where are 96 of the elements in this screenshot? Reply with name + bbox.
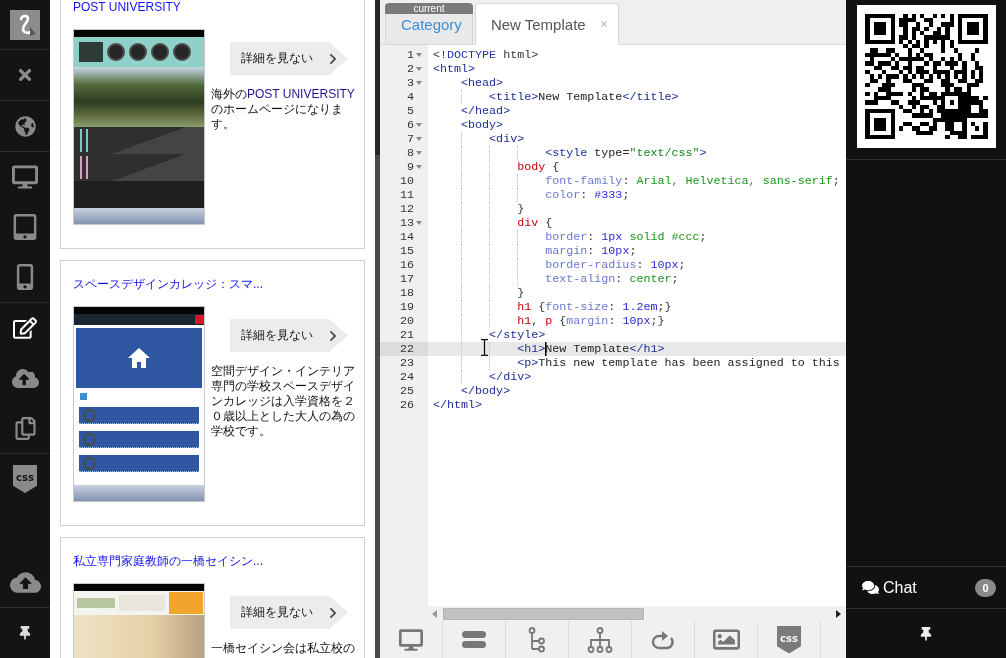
code-line: text-align: center; bbox=[544, 272, 679, 286]
scroll-left-arrow-icon[interactable] bbox=[432, 609, 437, 618]
monitor-icon bbox=[12, 164, 38, 190]
editor-tab[interactable]: New Template × bbox=[474, 3, 619, 45]
current-badge: current bbox=[385, 3, 473, 14]
line-number: 23 bbox=[399, 356, 414, 370]
fold-caret-icon[interactable] bbox=[416, 123, 422, 127]
line-number: 21 bbox=[399, 328, 414, 342]
line-number: 2 bbox=[407, 62, 414, 76]
two-bars-icon bbox=[462, 631, 486, 648]
count-badge: 0 bbox=[975, 578, 996, 597]
card-description: 空間デザイン・インテリア専門の学校スペースデザインカレッジは入学資格を２０歳以上とした大人の為の学校です。 bbox=[211, 364, 356, 439]
fold-caret-icon[interactable] bbox=[416, 67, 422, 71]
line-number: 7 bbox=[407, 132, 414, 146]
line-number: 12 bbox=[399, 202, 414, 216]
code-line: h1 {font-size: 1.2em;} bbox=[516, 300, 672, 314]
code-line: <div> bbox=[488, 132, 525, 146]
code-line: h1, p {margin: 10px;} bbox=[516, 314, 665, 328]
code-line: div { bbox=[516, 216, 553, 230]
chevron-right-icon bbox=[327, 52, 339, 65]
chevron-right-icon bbox=[327, 329, 339, 342]
fold-caret-icon[interactable] bbox=[416, 137, 422, 141]
fold-caret-icon[interactable] bbox=[416, 165, 422, 169]
code-line: font-family: Arial, Helvetica, sans-serif; bbox=[544, 174, 840, 188]
scroll-right-arrow-icon[interactable] bbox=[836, 609, 841, 618]
css-button[interactable]: css bbox=[0, 454, 50, 504]
line-number: 15 bbox=[399, 244, 414, 258]
code-line: } bbox=[516, 286, 525, 300]
circular-arrow-icon bbox=[650, 629, 676, 650]
details-button[interactable]: 詳細を見ない bbox=[230, 42, 348, 75]
monitor-icon bbox=[399, 627, 423, 652]
line-number: 26 bbox=[399, 398, 414, 412]
fold-caret-icon[interactable] bbox=[416, 151, 422, 155]
line-number: 3 bbox=[407, 76, 414, 90]
line-number: 4 bbox=[407, 90, 414, 104]
image-icon bbox=[712, 626, 740, 653]
line-number: 18 bbox=[399, 286, 414, 300]
line-number: 16 bbox=[399, 258, 414, 272]
details-button[interactable]: 詳細を見ない bbox=[230, 319, 348, 352]
line-number: 17 bbox=[399, 272, 414, 286]
card-title-link[interactable]: 私立専門家庭教師の一橋セイシン... bbox=[73, 554, 263, 568]
pin-icon[interactable] bbox=[919, 626, 933, 641]
edit-icon bbox=[13, 316, 37, 340]
code-line: } bbox=[516, 202, 525, 216]
logo-icon bbox=[10, 9, 40, 40]
code-line: <style type="text/css"> bbox=[544, 146, 707, 160]
line-number: 14 bbox=[399, 230, 414, 244]
line-number: 25 bbox=[399, 384, 414, 398]
line-number: 20 bbox=[399, 314, 414, 328]
fold-caret-icon[interactable] bbox=[416, 81, 422, 85]
code-line: margin: 10px; bbox=[544, 244, 637, 258]
close-icon bbox=[16, 66, 34, 84]
scrollbar-thumb[interactable] bbox=[443, 607, 644, 620]
line-number: 19 bbox=[399, 300, 414, 314]
code-line: <p>This new template has been assigned to this bbox=[516, 356, 840, 370]
fold-caret-icon[interactable] bbox=[416, 53, 422, 57]
card-description: 海外のPOST UNIVERSITY のホームページになります。 bbox=[211, 87, 356, 132]
line-number: 1 bbox=[407, 48, 414, 62]
code-line: </head> bbox=[460, 104, 511, 118]
line-number: 13 bbox=[399, 216, 414, 230]
code-line: <body> bbox=[460, 118, 504, 132]
line-number: 10 bbox=[399, 174, 414, 188]
code-line: <head> bbox=[460, 76, 504, 90]
code-line: border-radius: 10px; bbox=[544, 258, 686, 272]
code-line: body { bbox=[516, 160, 560, 174]
line-number: 5 bbox=[407, 104, 414, 118]
hierarchy-icon bbox=[587, 626, 613, 653]
line-number: 9 bbox=[407, 160, 414, 174]
scrollbar-thumb[interactable] bbox=[375, 0, 380, 155]
chat-bubbles-icon bbox=[862, 579, 879, 596]
line-number: 24 bbox=[399, 370, 414, 384]
line-number: 8 bbox=[407, 146, 414, 160]
code-line: border: 1px solid #ccc; bbox=[544, 230, 707, 244]
code-line: </html> bbox=[433, 398, 483, 412]
branch-tree-icon bbox=[528, 626, 546, 653]
code-line: </div> bbox=[488, 370, 532, 384]
pin-icon bbox=[18, 626, 32, 640]
code-line: </style> bbox=[488, 328, 546, 342]
fold-caret-icon[interactable] bbox=[416, 221, 422, 225]
card-description: 一橋セイシン会は私立校の bbox=[211, 641, 356, 656]
code-line: <title>New Template</title> bbox=[488, 90, 679, 104]
editor-tab[interactable]: current Category bbox=[385, 3, 473, 45]
line-number: 22 bbox=[399, 342, 414, 356]
code-line: </body> bbox=[460, 384, 511, 398]
line-number: 11 bbox=[399, 188, 414, 202]
copy-icon bbox=[13, 416, 37, 440]
card-title-link[interactable]: スペースデザインカレッジ：スマ... bbox=[73, 277, 263, 291]
code-line: <!DOCTYPE html> bbox=[433, 48, 539, 62]
code-line: <html> bbox=[433, 62, 476, 76]
chevron-right-icon bbox=[327, 606, 339, 619]
globe-icon bbox=[14, 115, 36, 137]
code-line: color: #333; bbox=[544, 188, 630, 202]
card-title-link[interactable]: POST UNIVERSITY bbox=[73, 0, 181, 14]
line-number: 6 bbox=[407, 118, 414, 132]
tablet-icon bbox=[12, 214, 38, 240]
details-button[interactable]: 詳細を見ない bbox=[230, 596, 348, 629]
